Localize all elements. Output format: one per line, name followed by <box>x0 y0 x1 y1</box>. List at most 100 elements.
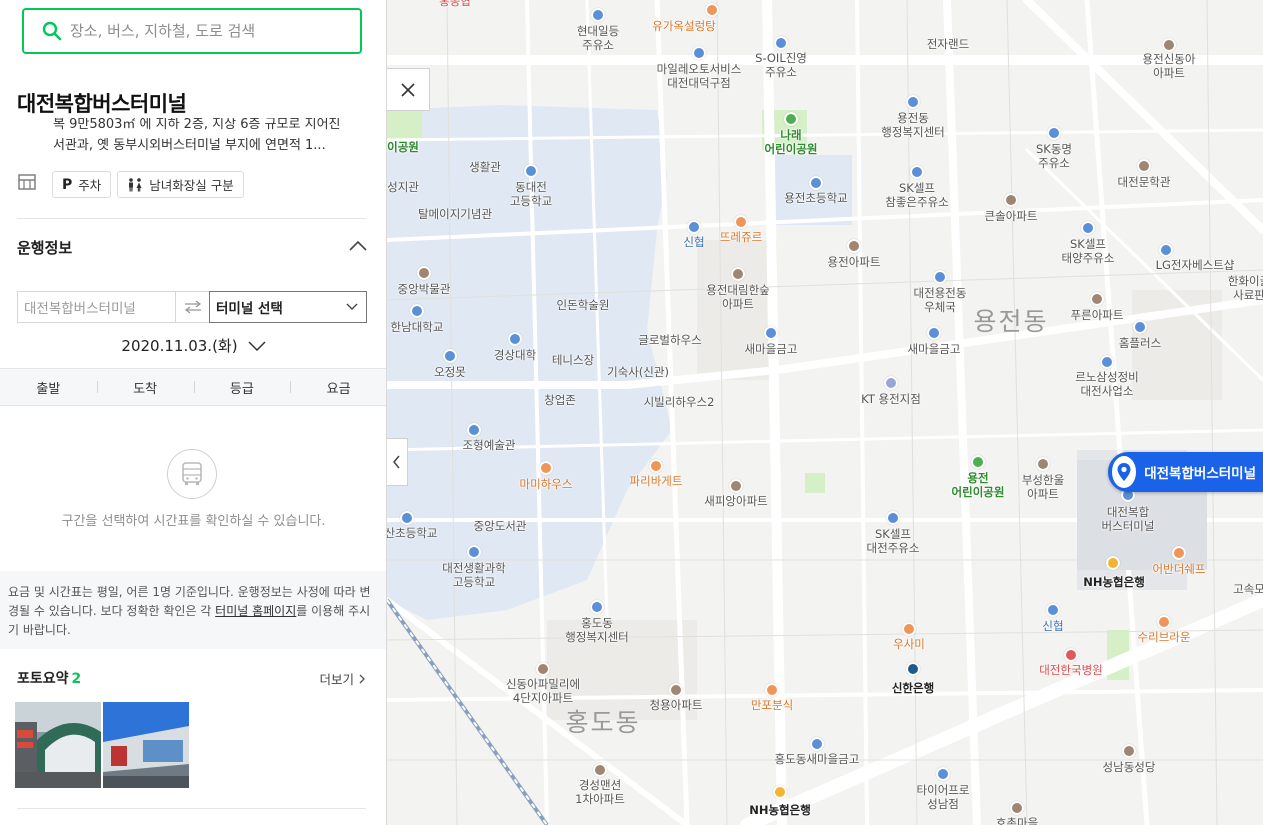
operation-title: 운행정보 <box>17 239 73 257</box>
facility-label: 주차 <box>78 178 102 193</box>
map-label: SK셀프 참좋은주유소 <box>885 181 949 209</box>
collapse-panel-button[interactable] <box>387 438 408 486</box>
map-label: 전자랜드 <box>926 37 970 51</box>
search-input[interactable] <box>70 22 340 40</box>
map-label: 고속모 <box>1233 582 1263 596</box>
map-label: 대전복합 버스터미널 <box>1101 505 1155 533</box>
terminal-select-label: 터미널 선택 <box>216 301 283 317</box>
close-button[interactable] <box>387 68 430 111</box>
bakery-icon <box>649 459 663 473</box>
office-icon <box>884 376 898 390</box>
area-label-hongdo: 홍도동 <box>565 708 641 737</box>
terminal-homepage-link[interactable]: 터미널 홈페이지 <box>215 604 296 618</box>
bus-icon <box>167 449 217 499</box>
map-label: 어반더쉐프 <box>1152 562 1206 576</box>
church-icon <box>1122 744 1136 758</box>
terminal-select[interactable]: 터미널 선택 <box>209 291 367 323</box>
area-label-yongjeon: 용전동 <box>973 307 1049 336</box>
school-icon <box>809 176 823 190</box>
search-box[interactable] <box>22 8 362 54</box>
bank-icon <box>927 326 941 340</box>
column-departure: 출발 <box>36 381 61 397</box>
map-label: 중앙도서관 <box>473 519 527 533</box>
bakery-icon <box>734 215 748 229</box>
place-title: 대전복합버스터미널 <box>17 92 187 116</box>
map-label: 테니스장 <box>551 353 595 367</box>
route-selector: 대전복합버스터미널 터미널 선택 <box>17 291 367 323</box>
photo-summary-label: 포토요약 <box>17 671 69 687</box>
map-label: 홈플러스 <box>1118 336 1162 350</box>
description-line-1: 복 9만5803㎡ 에 지하 2층, 지상 6층 규모로 지어진 <box>53 118 341 132</box>
map-label: 성남동성당 <box>1102 760 1156 774</box>
map-label: SK셀프 대전주유소 <box>866 527 920 555</box>
map-view[interactable]: 홍농협 현대일등 주유소 유가옥설렁탕 전자랜드 용전신동아 아파트 마일레오토서비… <box>387 0 1263 825</box>
map-label: LG전자베스트샵 <box>1155 258 1235 272</box>
map-label: 유가옥설렁탕 <box>652 19 716 33</box>
map-label: 오정못 <box>434 365 466 379</box>
map-label: 대전한국병원 <box>1039 663 1103 677</box>
apartment-icon <box>731 267 745 281</box>
photo-thumbnail-2[interactable] <box>103 702 189 788</box>
map-label: 용전대림한숲 아파트 <box>706 283 770 311</box>
map-label: NH농협은행 <box>749 803 811 817</box>
search-icon <box>42 21 62 41</box>
chevron-up-icon[interactable] <box>348 238 368 252</box>
school-icon <box>508 332 522 346</box>
chevron-down-icon <box>248 340 266 351</box>
map-label: 대전문학관 <box>1117 175 1171 189</box>
map-label: 이공원 <box>387 140 419 154</box>
selected-place-marker[interactable]: 대전복합버스터미널 <box>1108 452 1263 492</box>
map-label: 동대전 고등학교 <box>509 180 553 208</box>
gas-station-icon <box>1081 221 1095 235</box>
lake-icon <box>443 349 457 363</box>
facility-label: 남녀화장실 구분 <box>149 178 234 193</box>
photo-count: 2 <box>71 671 82 687</box>
map-label: 홍도동 행정복지센터 <box>565 616 629 644</box>
map-label: 기숙사(신관) <box>607 365 669 379</box>
route-from-field[interactable]: 대전복합버스터미널 <box>17 291 175 323</box>
gas-station-icon <box>886 511 900 525</box>
photo-thumbnail-1[interactable] <box>15 702 101 788</box>
divider <box>17 218 366 219</box>
map-label: 생활관 <box>469 160 501 174</box>
apartment-icon <box>1004 193 1018 207</box>
government-icon <box>590 600 604 614</box>
facility-chip-parking: P 주차 <box>52 171 112 198</box>
place-panel: 대전복합버스터미널 복 9만5803㎡ 에 지하 2층, 지상 6층 규모로 지… <box>0 0 387 825</box>
location-pin-icon <box>1112 456 1137 488</box>
timetable-header: 출발 도착 등급 요금 <box>0 368 386 406</box>
column-fare: 요금 <box>290 378 386 397</box>
map-label: 성지관 <box>387 180 419 194</box>
map-label: 조형예술관 <box>462 438 516 452</box>
map-label: 푸른아파트 <box>1070 308 1124 322</box>
gas-station-icon <box>774 36 788 50</box>
apartment-icon <box>729 479 743 493</box>
map-label: 파리바게트 <box>629 474 683 488</box>
map-label: 신협 <box>1042 619 1064 633</box>
map-label: 대전생활과학 고등학교 <box>442 561 506 589</box>
park-icon <box>971 455 985 469</box>
place-description: 복 9만5803㎡ 에 지하 2층, 지상 6층 규모로 지어진 서관과, 옛 … <box>53 118 353 162</box>
close-icon <box>401 82 415 97</box>
date-selector[interactable]: 2020.11.03.(화) <box>0 335 386 356</box>
map-label: 호촌마을 <box>995 816 1039 825</box>
gas-station-icon <box>591 8 605 22</box>
more-photos-link[interactable]: 더보기 <box>320 669 367 688</box>
description-line-2: 서관과, 옛 동부시외버스터미널 부지에 연면적 1... <box>53 138 326 153</box>
restaurant-icon <box>902 622 916 636</box>
restroom-icon <box>129 177 142 191</box>
column-grade: 등급 <box>193 378 291 397</box>
chevron-left-icon <box>393 455 400 469</box>
map-label: 수리브라운 <box>1137 630 1191 644</box>
map-label: 만포분식 <box>750 698 794 712</box>
map-label: 홍도동새마을금고 <box>774 752 860 766</box>
map-label: 신동아파밀리에 4단지아파트 <box>505 677 581 705</box>
swap-button[interactable] <box>175 291 209 323</box>
map-label: 새마을금고 <box>744 342 798 356</box>
map-label: 인돈학술원 <box>556 298 610 312</box>
restaurant-icon <box>539 461 553 475</box>
map-label: 마일레오토서비스 대전대덕구점 <box>656 62 742 90</box>
apartment-icon <box>847 239 861 253</box>
bank-icon <box>810 737 824 751</box>
timetable-notice: 요금 및 시간표는 평일, 어른 1명 기준입니다. 운행정보는 사정에 따라 … <box>0 571 386 649</box>
